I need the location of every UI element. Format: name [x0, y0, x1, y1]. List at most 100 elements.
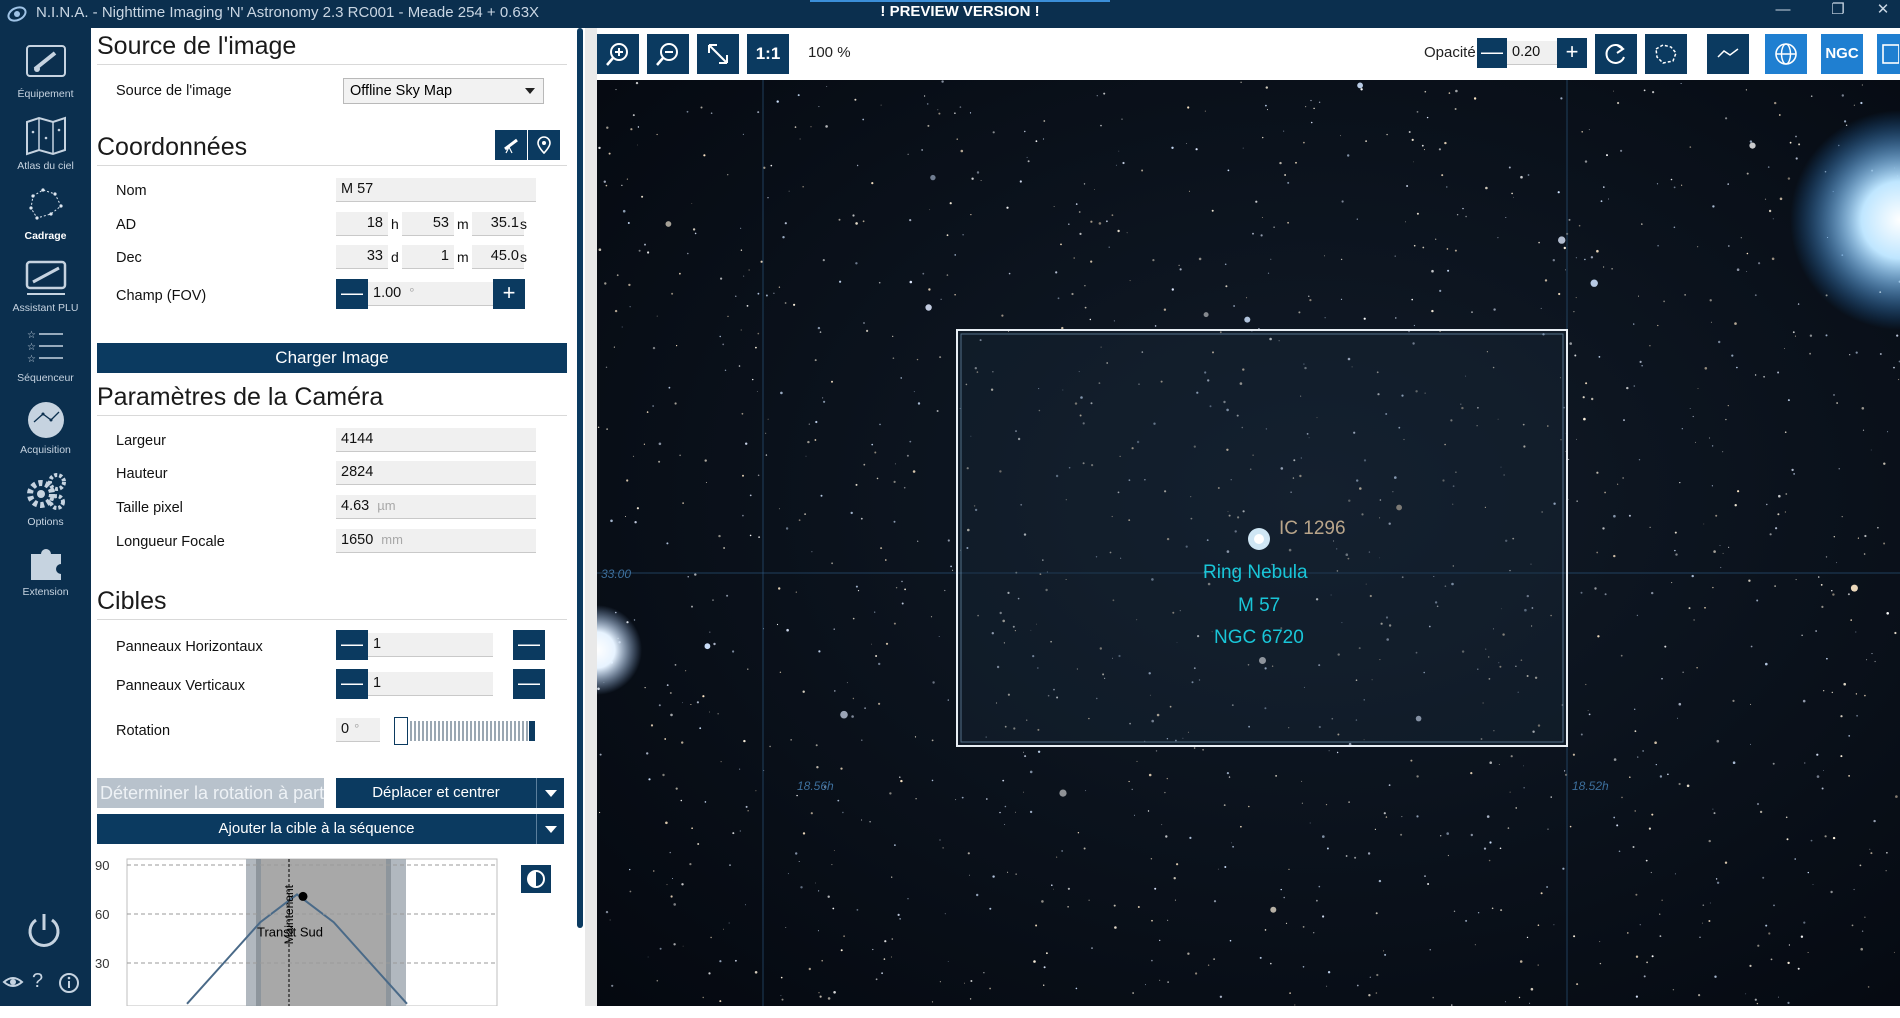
star — [1558, 292, 1561, 296]
actual-size-button[interactable]: 1:1 — [747, 34, 789, 74]
nav-framing[interactable]: Cadrage — [0, 178, 91, 246]
star — [1596, 471, 1599, 474]
star — [1106, 220, 1108, 223]
power-icon[interactable] — [24, 910, 64, 950]
star — [1526, 936, 1529, 939]
star — [1328, 750, 1330, 752]
dec-degrees-input[interactable]: 33 — [336, 245, 388, 269]
ra-hours-input[interactable]: 18 — [336, 212, 388, 236]
nav-flat-wizard[interactable]: Assistant PLU — [0, 250, 91, 318]
nav-sky-atlas[interactable]: Atlas du ciel — [0, 108, 91, 176]
night-toggle-button[interactable] — [521, 865, 551, 893]
sky-preview[interactable]: 33.00 18.56h 18.52h IC 1296 Ring Nebula … — [597, 80, 1900, 1006]
star — [884, 940, 887, 943]
load-image-button[interactable]: Charger Image — [97, 343, 567, 373]
zoom-in-button[interactable] — [597, 34, 639, 74]
nav-options[interactable]: Options — [0, 464, 91, 532]
star — [1727, 183, 1729, 185]
rotation-input[interactable]: 0 ° — [336, 718, 380, 742]
star — [702, 996, 704, 999]
sky-map-icon — [25, 116, 66, 156]
slew-center-button[interactable]: Déplacer et centrer — [336, 778, 536, 808]
get-from-telescope-button[interactable] — [495, 130, 527, 160]
minimize-button[interactable]: — — [1760, 0, 1806, 22]
location-pin-button[interactable] — [528, 130, 560, 160]
fov-increase-button[interactable]: + — [493, 279, 525, 309]
ngc-annotations-button[interactable]: NGC — [1821, 34, 1863, 74]
constellation-lines-button[interactable] — [1707, 34, 1749, 74]
star — [931, 1001, 934, 1003]
opacity-increase-button[interactable]: + — [1557, 38, 1587, 68]
star — [814, 439, 817, 441]
star — [861, 739, 863, 741]
rotation-slider-track[interactable] — [394, 721, 534, 741]
toolbar-overflow-button[interactable] — [1877, 34, 1900, 74]
sensor-width-input[interactable]: 4144 — [336, 428, 536, 452]
star — [1655, 764, 1657, 766]
rotation-slider-thumb[interactable] — [394, 717, 408, 745]
star — [955, 799, 957, 801]
star — [641, 195, 644, 198]
vertical-panels-increase[interactable]: — — [513, 669, 545, 699]
star — [1777, 371, 1780, 374]
opacity-input[interactable]: 0.20 — [1507, 41, 1557, 65]
star — [810, 812, 813, 815]
focal-length-input[interactable]: 1650 mm — [336, 529, 536, 553]
star — [1590, 256, 1594, 259]
add-target-to-sequence-button[interactable]: Ajouter la cible à la séquence — [97, 814, 536, 844]
horizontal-panels-increase[interactable]: — — [513, 630, 545, 660]
nav-imaging[interactable]: Acquisition — [0, 392, 91, 460]
nav-equipment[interactable]: Équipement — [0, 36, 91, 104]
determine-rotation-button[interactable]: Déterminer la rotation à partir — [97, 778, 324, 808]
horizontal-panels-decrease[interactable]: — — [336, 630, 368, 660]
info-icon[interactable] — [58, 972, 80, 994]
add-target-options-dropdown[interactable] — [536, 814, 564, 844]
y-tick-label: 30 — [95, 956, 109, 971]
star — [776, 623, 779, 626]
maximize-button[interactable]: ❐ — [1815, 0, 1861, 22]
panel-scrollbar[interactable] — [577, 28, 583, 928]
eye-icon[interactable] — [2, 972, 24, 992]
star — [1002, 779, 1005, 782]
grid-button[interactable] — [1765, 34, 1807, 74]
fit-to-screen-button[interactable] — [697, 34, 739, 74]
dec-seconds-input[interactable]: 45.0 — [472, 245, 524, 269]
star — [892, 357, 895, 360]
fov-decrease-button[interactable]: — — [336, 279, 368, 309]
vertical-panels-label: Panneaux Verticaux — [116, 678, 245, 694]
star — [790, 739, 792, 741]
opacity-decrease-button[interactable]: — — [1477, 38, 1507, 68]
star — [1187, 952, 1190, 955]
horizontal-panels-input[interactable]: 1 — [368, 633, 493, 657]
dec-minutes-input[interactable]: 1 — [402, 245, 454, 269]
help-icon[interactable]: ? — [32, 970, 43, 993]
star — [628, 283, 631, 287]
image-source-select[interactable]: Offline Sky Map — [343, 78, 544, 104]
sensor-height-input[interactable]: 2824 — [336, 461, 536, 485]
vertical-panels-decrease[interactable]: — — [336, 669, 368, 699]
star — [1174, 899, 1176, 901]
star — [1645, 859, 1648, 862]
close-button[interactable]: ✕ — [1860, 0, 1900, 22]
rotate-refresh-button[interactable] — [1595, 34, 1637, 74]
zoom-out-button[interactable] — [647, 34, 689, 74]
constellation-boundary-button[interactable] — [1645, 34, 1687, 74]
star — [638, 249, 641, 252]
panel-splitter[interactable] — [585, 28, 597, 1006]
name-input[interactable]: M 57 — [336, 178, 536, 202]
vertical-panels-input[interactable]: 1 — [368, 672, 493, 696]
pixel-size-input[interactable]: 4.63 µm — [336, 495, 536, 519]
ra-minutes-input[interactable]: 53 — [402, 212, 454, 236]
star — [1702, 904, 1705, 906]
ra-seconds-input[interactable]: 35.1 — [472, 212, 524, 236]
star — [1727, 405, 1729, 407]
star — [1264, 929, 1267, 931]
star — [659, 947, 662, 950]
star — [1505, 1001, 1506, 1003]
slew-options-dropdown[interactable] — [536, 778, 564, 808]
nav-sequencer[interactable]: ☆ ☆ ☆ Séquenceur — [0, 320, 91, 388]
fov-input[interactable]: 1.00 ° — [368, 282, 493, 306]
nav-plugins[interactable]: Extension — [0, 534, 91, 602]
camera-params-title: Paramètres de la Caméra — [97, 383, 384, 411]
star — [1280, 888, 1282, 891]
